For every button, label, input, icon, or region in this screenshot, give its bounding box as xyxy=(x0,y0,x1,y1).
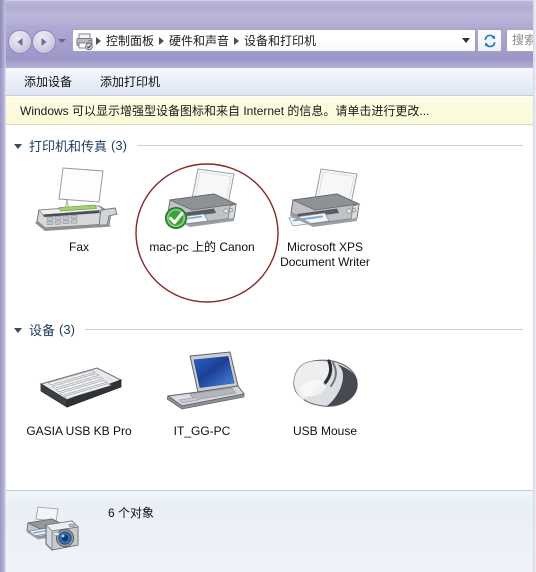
forward-arrow-icon xyxy=(41,38,47,46)
breadcrumb-separator-icon xyxy=(96,36,101,45)
list-item[interactable]: IT_GG-PC xyxy=(143,350,261,439)
collapse-triangle-icon[interactable] xyxy=(14,143,22,149)
collapse-triangle-icon[interactable] xyxy=(14,327,22,333)
list-item-label: Fax xyxy=(68,240,89,254)
list-item[interactable]: mac-pc 上的 Canon xyxy=(143,166,261,255)
list-item-label: GASIA USB KB Pro xyxy=(26,424,132,438)
refresh-icon xyxy=(484,34,495,47)
printer-icon xyxy=(275,166,375,240)
address-dropdown-button[interactable] xyxy=(457,30,475,51)
breadcrumb-separator-icon xyxy=(234,36,240,45)
group-count-printers: (3) xyxy=(111,137,127,153)
group-header-devices[interactable]: 设备 (3) xyxy=(14,320,523,338)
information-bar[interactable]: Windows 可以显示增强型设备图标和来自 Internet 的信息。请单击进… xyxy=(6,97,533,125)
list-item[interactable]: Fax xyxy=(20,166,138,255)
laptop-icon xyxy=(152,350,252,424)
group-divider xyxy=(136,144,523,146)
items-view: 打印机和传真 (3) Fax mac-pc 上的 Canon Microsoft… xyxy=(6,126,533,490)
devices-and-printers-window: 控制面板 硬件和声音 设备和打印机 搜索 设备和打印机 xyxy=(0,0,536,572)
refresh-button[interactable] xyxy=(478,29,502,52)
list-item[interactable]: Microsoft XPS Document Writer xyxy=(266,166,384,270)
group-divider xyxy=(84,328,523,330)
list-item-label: USB Mouse xyxy=(292,424,358,438)
forward-button[interactable] xyxy=(32,30,56,54)
list-item[interactable]: GASIA USB KB Pro xyxy=(20,350,138,439)
breadcrumb-item-devices-and-printers[interactable]: 设备和打印机 xyxy=(240,31,320,50)
keyboard-icon xyxy=(29,350,129,424)
screenshot-root: 控制面板 硬件和声音 设备和打印机 搜索 设备和打印机 xyxy=(0,0,536,572)
list-item-label: mac-pc 上的 Canon xyxy=(149,240,255,254)
printer-icon xyxy=(75,31,95,51)
address-bar[interactable]: 控制面板 硬件和声音 设备和打印机 xyxy=(72,29,476,52)
navigation-bar: 控制面板 硬件和声音 设备和打印机 搜索 设备和打印机 xyxy=(0,26,536,56)
back-arrow-icon xyxy=(17,38,23,46)
breadcrumb-separator-icon xyxy=(159,36,165,45)
search-input[interactable]: 搜索 设备和打印机 xyxy=(506,29,536,52)
group-title-devices: 设备 xyxy=(29,322,56,338)
nav-buttons xyxy=(6,28,68,54)
recent-locations-chevron-down-icon[interactable] xyxy=(58,39,66,43)
command-toolbar: 添加设备 添加打印机 xyxy=(6,68,533,96)
group-header-printers[interactable]: 打印机和传真 (3) xyxy=(14,136,523,154)
window-left-border-lower xyxy=(0,68,6,572)
status-bar: 6 个对象 xyxy=(6,490,533,572)
printer-camera-icon xyxy=(24,503,86,555)
chevron-down-icon xyxy=(462,38,470,43)
printer-icon xyxy=(152,166,252,240)
breadcrumb-item-hardware-and-sound[interactable]: 硬件和声音 xyxy=(165,31,233,50)
breadcrumb-item-control-panel[interactable]: 控制面板 xyxy=(102,31,158,50)
group-title-printers: 打印机和传真 xyxy=(29,138,108,154)
back-button[interactable] xyxy=(8,30,32,54)
mouse-icon xyxy=(275,350,375,424)
list-item[interactable]: USB Mouse xyxy=(266,350,384,439)
add-printer-button[interactable]: 添加打印机 xyxy=(90,69,170,94)
fax-machine-icon xyxy=(29,166,129,240)
list-item-label: IT_GG-PC xyxy=(173,424,231,438)
list-item-label: Microsoft XPS Document Writer xyxy=(280,240,370,269)
add-device-button[interactable]: 添加设备 xyxy=(14,69,82,94)
breadcrumb: 控制面板 硬件和声音 设备和打印机 xyxy=(95,31,457,50)
status-item-count: 6 个对象 xyxy=(108,506,155,520)
default-printer-check-badge xyxy=(165,206,187,229)
group-count-devices: (3) xyxy=(59,321,75,337)
